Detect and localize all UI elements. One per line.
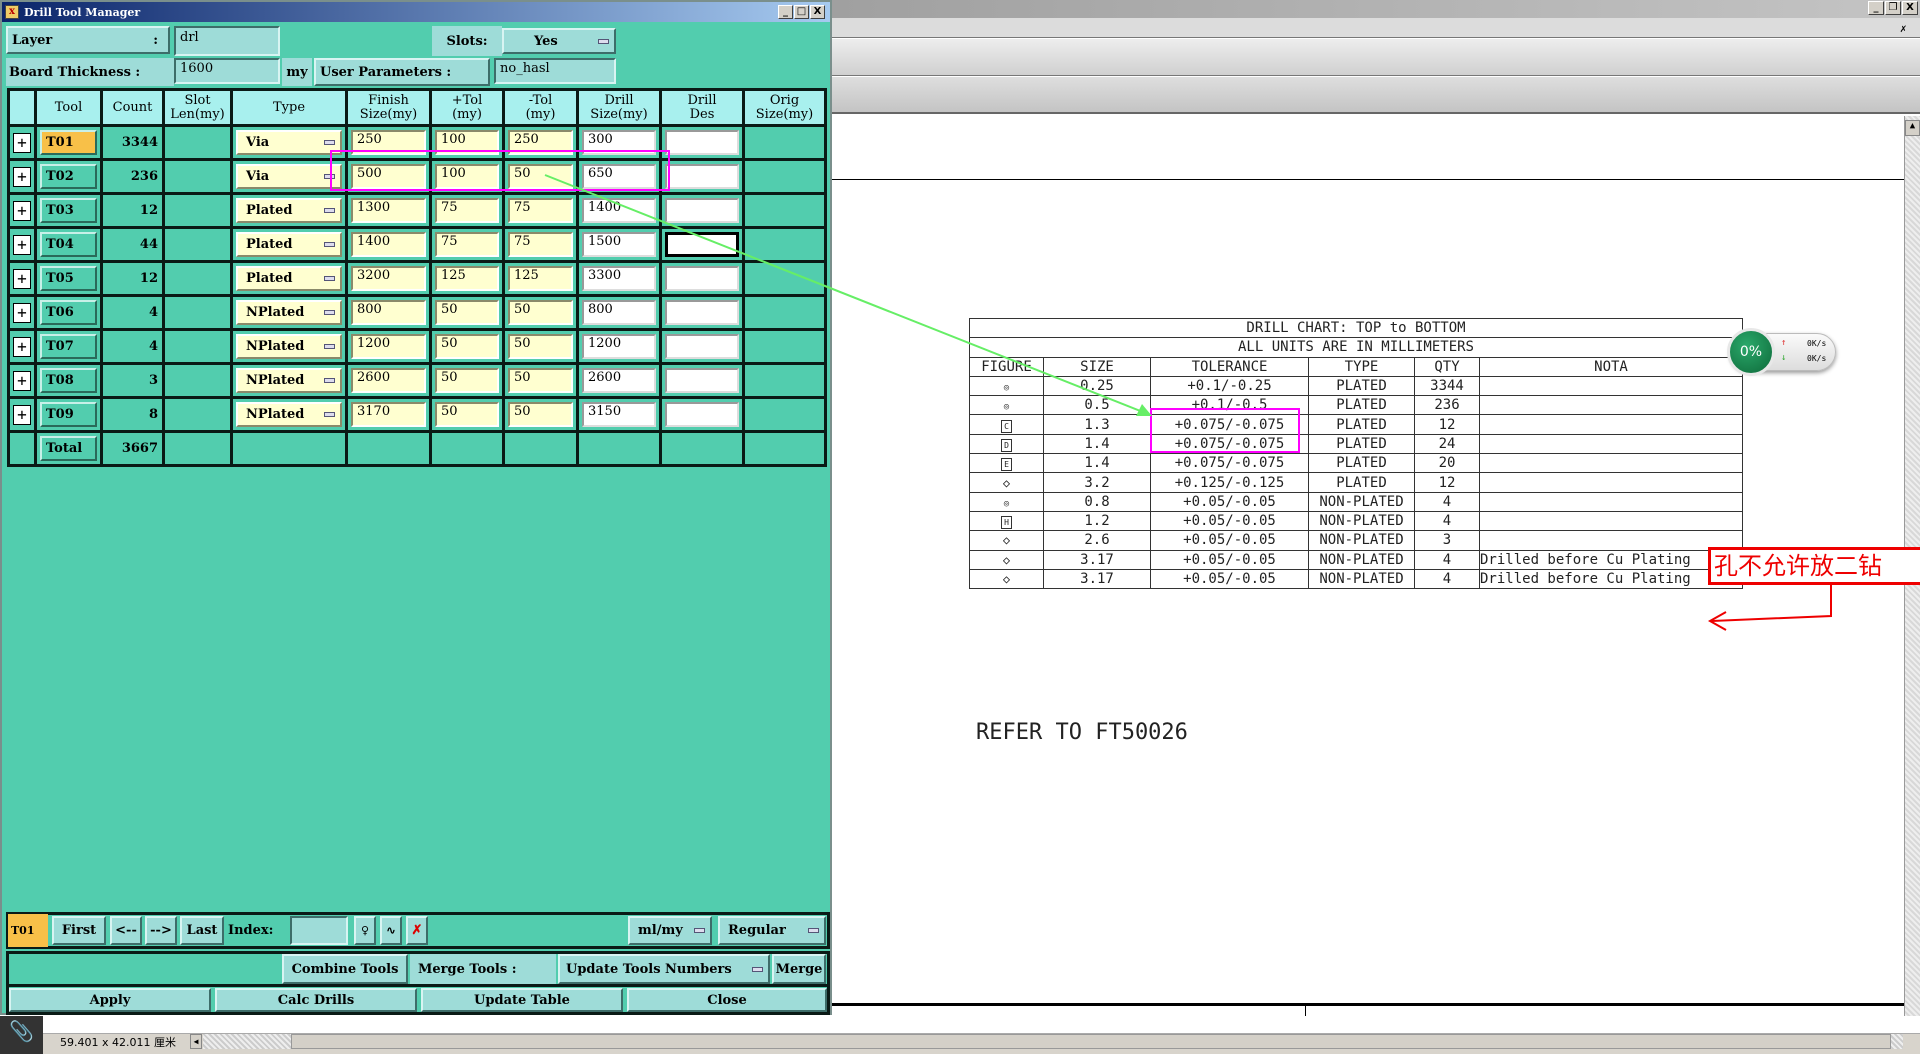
highlight-box-dialog [330,150,670,191]
highlight-box-chart [1150,408,1300,453]
green-arrow-line [544,174,1149,415]
annotation-overlay [330,150,1832,631]
red-leader-line [1711,585,1832,622]
